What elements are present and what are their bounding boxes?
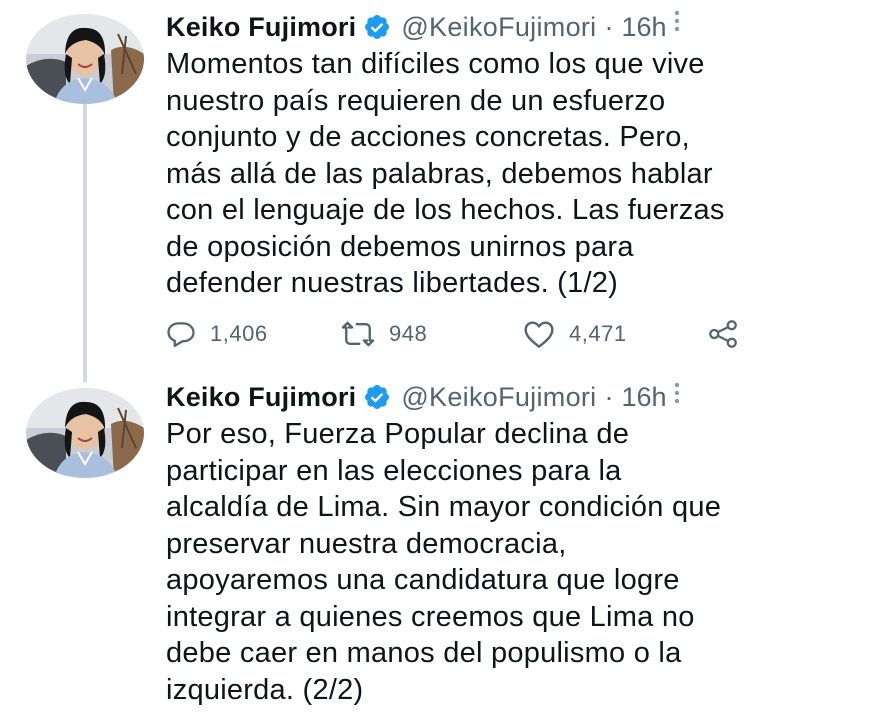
tweet-2[interactable]: Keiko Fujimori @KeikoFujimori · 16h Por …: [0, 372, 886, 720]
tweet-header: Keiko Fujimori @KeikoFujimori · 16h: [166, 6, 866, 48]
verified-badge-icon: [363, 13, 391, 41]
user-handle[interactable]: @KeikoFujimori: [401, 12, 596, 43]
timestamp[interactable]: 16h: [621, 12, 666, 43]
avatar[interactable]: [26, 388, 144, 478]
display-name[interactable]: Keiko Fujimori: [166, 382, 356, 413]
reply-button[interactable]: 1,406: [166, 314, 268, 354]
more-options-icon[interactable]: [670, 378, 684, 408]
tweet-text: Momentos tan difíciles como los que vive…: [166, 48, 725, 299]
share-nodes-icon: [706, 319, 740, 349]
speech-bubble-icon: [166, 319, 196, 349]
user-handle[interactable]: @KeikoFujimori: [401, 382, 596, 413]
tweet-header: Keiko Fujimori @KeikoFujimori · 16h: [166, 376, 866, 418]
tweet-actions: 1,406 948 4,471: [166, 314, 766, 354]
heart-icon: [523, 319, 555, 349]
like-button[interactable]: 4,471: [523, 314, 627, 354]
tweet-text: Por eso, Fuerza Popular declina de parti…: [166, 418, 722, 706]
retweet-button[interactable]: 948: [341, 314, 427, 354]
retweet-count: 948: [389, 321, 428, 346]
avatar[interactable]: [26, 14, 144, 104]
separator-dot: ·: [604, 381, 614, 412]
tweet-1[interactable]: Keiko Fujimori @KeikoFujimori · 16h Mome…: [0, 0, 886, 372]
retweet-arrows-icon: [341, 319, 375, 349]
share-button[interactable]: [706, 314, 740, 354]
reply-count: 1,406: [210, 321, 268, 346]
verified-badge-icon: [363, 383, 391, 411]
separator-dot: ·: [604, 11, 614, 42]
timestamp[interactable]: 16h: [621, 382, 666, 413]
more-options-icon[interactable]: [670, 6, 684, 36]
like-count: 4,471: [569, 321, 627, 346]
display-name[interactable]: Keiko Fujimori: [166, 12, 356, 43]
